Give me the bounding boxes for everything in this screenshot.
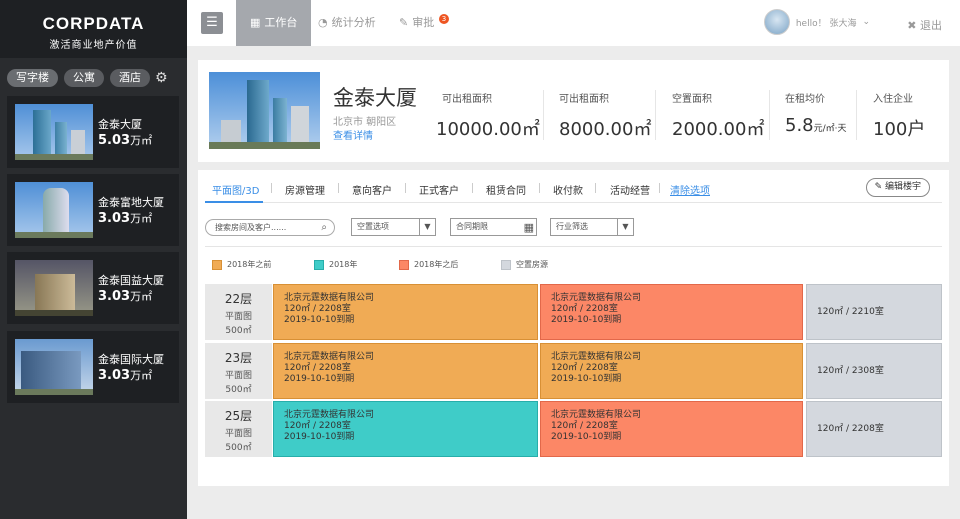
- industry-select[interactable]: 行业筛选 ▼: [550, 218, 634, 236]
- logo[interactable]: CORPDATA 激活商业地产价值: [0, 0, 187, 58]
- logout-button[interactable]: ✖ 退出: [907, 17, 942, 33]
- building-header: 金泰大厦 北京市 朝阳区 查看详情 可出租面积 10000.00㎡ 可出租面积 …: [198, 60, 949, 162]
- subtab-payments[interactable]: 收付款: [553, 182, 583, 197]
- unit-cell[interactable]: 北京元霆数据有限公司 120㎡ / 2208室 2019-10-10到期: [540, 401, 803, 457]
- brand-name: CORPDATA: [42, 14, 145, 33]
- calendar-icon: ▦: [523, 221, 534, 234]
- caret-down-icon: ▼: [617, 219, 633, 235]
- building-area: 3.03万㎡: [98, 368, 153, 383]
- stat-avg-rent: 在租均价 5.8元/㎡·天: [785, 94, 847, 136]
- edit-icon: ✎: [874, 182, 883, 192]
- building-area: 3.03万㎡: [98, 289, 153, 304]
- legend-item: 2018年之前: [212, 259, 271, 270]
- legend-item: 2018年: [314, 259, 357, 270]
- edit-building-button[interactable]: ✎ 编辑楼宇: [865, 178, 930, 197]
- user-greeting: hello！ 张大海: [795, 18, 857, 29]
- building-thumbnail: [15, 339, 93, 395]
- top-bar: ☰ ▦ 工作台 ◔ 统计分析 ✎ 审批 3 hello！ 张大海 ⌄ ✖ 退出: [187, 0, 960, 46]
- legend-item: 空置房源: [501, 259, 548, 270]
- building-name: 金泰大厦: [98, 118, 142, 131]
- unit-cell[interactable]: 北京元霆数据有限公司 120㎡ / 2208室 2019-10-10到期: [273, 343, 538, 399]
- building-card[interactable]: 金泰国际大厦 3.03万㎡: [7, 331, 179, 403]
- building-card[interactable]: 金泰国益大厦 3.03万㎡: [7, 252, 179, 324]
- building-title: 金泰大厦: [333, 86, 417, 110]
- caret-down-icon: ▼: [419, 219, 435, 235]
- building-area: 5.03万㎡: [98, 133, 153, 148]
- grid-icon: ▦: [250, 16, 261, 29]
- search-icon: ⌕: [321, 222, 327, 233]
- brand-slogan: 激活商业地产价值: [49, 40, 138, 51]
- vacant-unit-cell[interactable]: 120㎡ / 2210室: [806, 284, 942, 340]
- subtab-customers[interactable]: 正式客户: [419, 182, 459, 197]
- unit-cell[interactable]: 北京元霆数据有限公司 120㎡ / 2208室 2019-10-10到期: [273, 401, 538, 457]
- floor-label[interactable]: 23层 平面图 500㎡: [205, 343, 272, 399]
- subtab-floorplan[interactable]: 平面图/3D: [212, 182, 259, 197]
- building-name: 金泰国益大厦: [98, 274, 164, 287]
- contract-date-picker[interactable]: 合同期限 ▦: [450, 218, 537, 236]
- unit-cell[interactable]: 北京元霆数据有限公司 120㎡ / 2208室 2019-10-10到期: [540, 284, 803, 340]
- legend-item: 2018年之后: [399, 259, 458, 270]
- search-input[interactable]: 搜索房间及客户...... ⌕: [205, 219, 335, 236]
- pie-chart-icon: ◔: [318, 16, 328, 29]
- building-thumbnail: [15, 104, 93, 160]
- tab-approval[interactable]: ✎ 审批: [399, 0, 434, 46]
- chevron-down-icon: ⌄: [862, 17, 870, 27]
- stat-rentable-area-2: 可出租面积 8000.00㎡: [559, 94, 652, 140]
- vacancy-select[interactable]: 空置选项 ▼: [351, 218, 436, 236]
- tab-statistics[interactable]: ◔ 统计分析: [318, 0, 376, 46]
- unit-cell[interactable]: 北京元霆数据有限公司 120㎡ / 2208室 2019-10-10到期: [273, 284, 538, 340]
- stat-vacant-area: 空置面积 2000.00㎡: [672, 94, 765, 140]
- sidebar: CORPDATA 激活商业地产价值 写字楼 公寓 酒店 ⚙ 金泰大厦 5.03万…: [0, 0, 187, 519]
- floor-label[interactable]: 22层 平面图 500㎡: [205, 284, 272, 340]
- approval-badge: 3: [439, 14, 449, 24]
- building-area: 3.03万㎡: [98, 211, 153, 226]
- close-icon: ✖: [907, 19, 917, 32]
- building-card[interactable]: 金泰大厦 5.03万㎡: [7, 96, 179, 168]
- menu-toggle-icon[interactable]: ☰: [201, 12, 223, 34]
- building-thumbnail: [15, 182, 93, 238]
- category-filters: 写字楼 公寓 酒店 ⚙: [0, 58, 187, 87]
- tab-workbench[interactable]: ▦ 工作台: [236, 0, 312, 46]
- subtab-activities[interactable]: 活动经营: [610, 182, 650, 197]
- category-apartment[interactable]: 公寓: [64, 69, 104, 87]
- building-thumbnail: [15, 260, 93, 316]
- category-office[interactable]: 写字楼: [7, 69, 58, 87]
- vacant-unit-cell[interactable]: 120㎡ / 2208室: [806, 401, 942, 457]
- stat-rentable-area: 可出租面积 10000.00㎡: [436, 94, 540, 140]
- view-details-link[interactable]: 查看详情: [333, 127, 373, 142]
- unit-cell[interactable]: 北京元霆数据有限公司 120㎡ / 2208室 2019-10-10到期: [540, 343, 803, 399]
- gear-icon[interactable]: ⚙: [155, 70, 168, 86]
- stat-tenants: 入住企业 100户: [873, 94, 926, 140]
- clear-options-link[interactable]: 清除选项: [670, 182, 710, 197]
- subtab-contracts[interactable]: 租赁合同: [486, 182, 526, 197]
- vacant-unit-cell[interactable]: 120㎡ / 2308室: [806, 343, 942, 399]
- building-location: 北京市 朝阳区: [333, 117, 397, 128]
- avatar: [763, 9, 790, 35]
- building-photo: [209, 72, 320, 149]
- edit-icon: ✎: [399, 16, 409, 29]
- building-name: 金泰富地大厦: [98, 196, 164, 209]
- floor-label[interactable]: 25层 平面图 500㎡: [205, 401, 272, 457]
- user-menu[interactable]: hello！ 张大海 ⌄: [763, 9, 870, 35]
- subtab-rooms[interactable]: 房源管理: [285, 182, 325, 197]
- main-panel: 平面图/3D 房源管理 意向客户 正式客户 租赁合同 收付款 活动经营 清除选项…: [198, 170, 949, 486]
- subtab-prospects[interactable]: 意向客户: [352, 182, 392, 197]
- building-name: 金泰国际大厦: [98, 353, 164, 366]
- category-hotel[interactable]: 酒店: [110, 69, 150, 87]
- building-card[interactable]: 金泰富地大厦 3.03万㎡: [7, 174, 179, 246]
